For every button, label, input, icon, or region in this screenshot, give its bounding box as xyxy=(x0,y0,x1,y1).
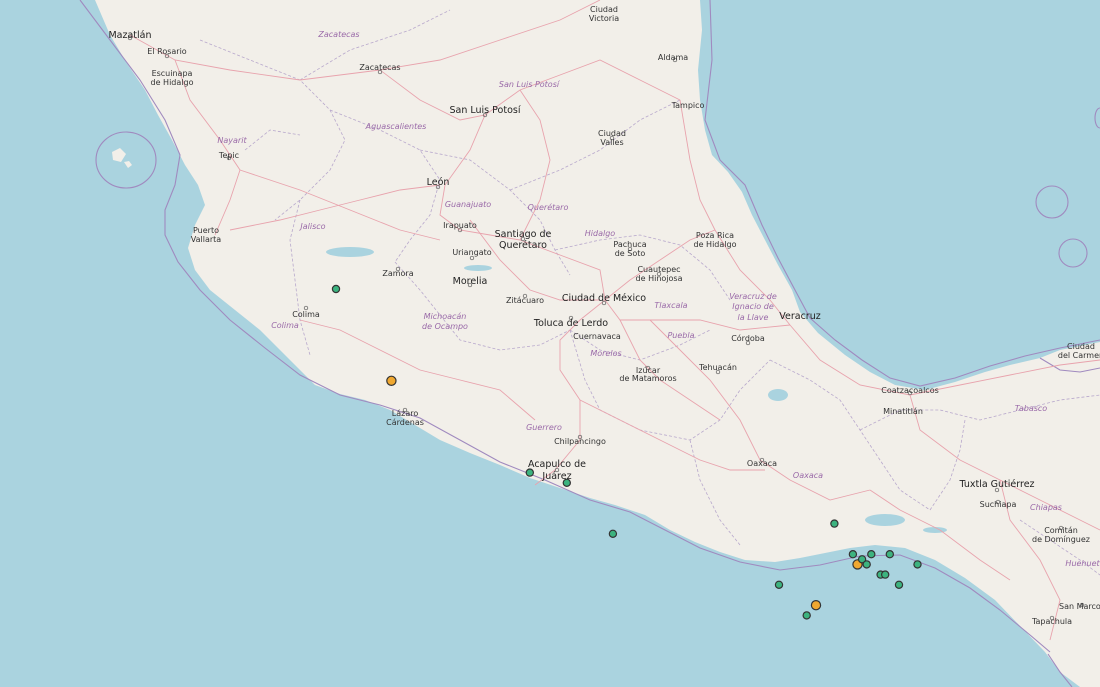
earthquake-marker-green[interactable] xyxy=(867,550,876,559)
city-label: El Rosario xyxy=(147,47,186,56)
city-label: Querétaro xyxy=(499,240,547,251)
earthquake-marker-green[interactable] xyxy=(881,570,890,579)
city-label: Cárdenas xyxy=(386,418,424,427)
city-label: Puerto xyxy=(193,226,219,235)
city-label: Escuinapa xyxy=(152,69,193,78)
lake-cuitzeo xyxy=(464,265,492,271)
state-label: Oaxaca xyxy=(793,471,823,480)
state-label: la Llave xyxy=(738,313,769,322)
earthquake-marker-green[interactable] xyxy=(608,529,618,539)
lago-chapala xyxy=(326,247,374,257)
city-label: Ciudad xyxy=(1067,342,1095,351)
city-label: Irapuato xyxy=(443,221,477,230)
city-label: Tehuacán xyxy=(698,363,737,372)
state-label: Ignacio de xyxy=(732,302,774,311)
city-label: Lázaro xyxy=(392,409,419,418)
earthquake-marker-green[interactable] xyxy=(525,468,535,477)
earthquake-marker-orange[interactable] xyxy=(386,375,397,386)
state-label: San Luis Potosí xyxy=(499,80,561,89)
state-label: Hidalgo xyxy=(585,229,616,238)
city-label: Veracruz xyxy=(779,311,820,322)
city-label: Comitán xyxy=(1044,526,1078,535)
state-label: Tlaxcala xyxy=(654,301,687,310)
city-label: Mazatlán xyxy=(108,30,151,41)
earthquake-marker-green[interactable] xyxy=(862,560,871,569)
state-label: Zacatecas xyxy=(317,30,359,39)
city-label: Victoria xyxy=(589,14,619,23)
map-canvas[interactable]: MazatlánEl RosarioEscuinapade HidalgoTep… xyxy=(0,0,1100,687)
state-label: Jalisco xyxy=(298,222,325,231)
city-label: Ciudad xyxy=(590,5,618,14)
state-label: Guerrero xyxy=(526,423,562,432)
state-label: Puebla xyxy=(667,331,694,340)
city-label: Zamora xyxy=(382,269,413,278)
city-label: Zacatecas xyxy=(359,63,400,72)
earthquake-marker-green[interactable] xyxy=(830,519,839,528)
city-label: Tapachula xyxy=(1031,617,1072,626)
state-label: Chiapas xyxy=(1030,503,1062,512)
city-label: Cuautepec xyxy=(637,265,680,274)
city-label: Zitácuaro xyxy=(506,296,544,305)
city-label: Córdoba xyxy=(731,333,765,343)
city-label: Minatitlán xyxy=(883,407,923,416)
state-label: Tabasco xyxy=(1015,404,1047,413)
lagoon-isthmus xyxy=(865,514,905,526)
city-label: de Hidalgo xyxy=(151,78,194,87)
earthquake-marker-green[interactable] xyxy=(562,478,572,487)
city-label: León xyxy=(427,177,450,188)
earthquake-marker-green[interactable] xyxy=(913,560,922,569)
earthquake-marker-green[interactable] xyxy=(885,550,895,559)
city-label: Tampico xyxy=(671,101,705,110)
lake-oaxaca xyxy=(768,389,788,401)
state-label: Querétaro xyxy=(528,202,569,212)
city-label: del Carmen xyxy=(1058,351,1100,360)
city-label: San Marcos xyxy=(1059,602,1100,611)
city-label: Ciudad de México xyxy=(562,293,646,304)
city-label: de Hidalgo xyxy=(694,240,737,249)
city-label: Tuxtla Gutiérrez xyxy=(958,479,1034,490)
state-label: Aguascalientes xyxy=(365,122,427,131)
city-label: Oaxaca xyxy=(747,459,777,468)
city-label: Colima xyxy=(292,310,320,319)
earthquake-marker-green[interactable] xyxy=(894,580,904,590)
city-label: Vallarta xyxy=(191,235,222,244)
city-label: Uriangato xyxy=(452,248,491,257)
state-label: Nayarit xyxy=(217,136,247,145)
state-label: Veracruz de xyxy=(729,292,777,301)
city-label: de Domínguez xyxy=(1032,535,1090,544)
earthquake-marker-orange[interactable] xyxy=(810,600,822,611)
city-label: de Hinojosa xyxy=(636,274,683,283)
city-label: Acapulco de xyxy=(528,459,586,470)
city-label: Valles xyxy=(600,138,623,147)
state-label: Huehuete xyxy=(1065,559,1100,568)
earthquake-marker-green[interactable] xyxy=(331,284,341,294)
city-label: Poza Rica xyxy=(696,231,734,240)
city-label: San Luis Potosí xyxy=(450,105,521,116)
city-label: Coatzacoalcos xyxy=(881,386,939,395)
city-label: Aldama xyxy=(658,53,688,62)
earthquake-marker-green[interactable] xyxy=(848,550,858,559)
state-label: Morelos xyxy=(590,349,621,358)
city-label: Tepic xyxy=(218,151,239,160)
city-label: Morelia xyxy=(453,276,488,287)
city-label: Cuernavaca xyxy=(573,332,621,341)
state-label: Guanajuato xyxy=(445,200,491,209)
city-label: Chilpancingo xyxy=(554,437,606,446)
city-label: Ciudad xyxy=(598,129,626,138)
state-label: Colima xyxy=(271,321,299,330)
city-label: Santiago de xyxy=(495,229,552,240)
earthquake-marker-green[interactable] xyxy=(774,580,784,590)
city-label: de Soto xyxy=(615,249,646,258)
city-label: Suchiapa xyxy=(980,500,1017,509)
state-label: Michoacán xyxy=(424,312,467,321)
city-label: Pachuca xyxy=(613,240,646,249)
state-label: de Ocampo xyxy=(422,322,468,331)
city-label: Toluca de Lerdo xyxy=(533,318,608,329)
city-label: de Matamoros xyxy=(619,374,676,383)
earthquake-marker-green[interactable] xyxy=(802,611,811,620)
